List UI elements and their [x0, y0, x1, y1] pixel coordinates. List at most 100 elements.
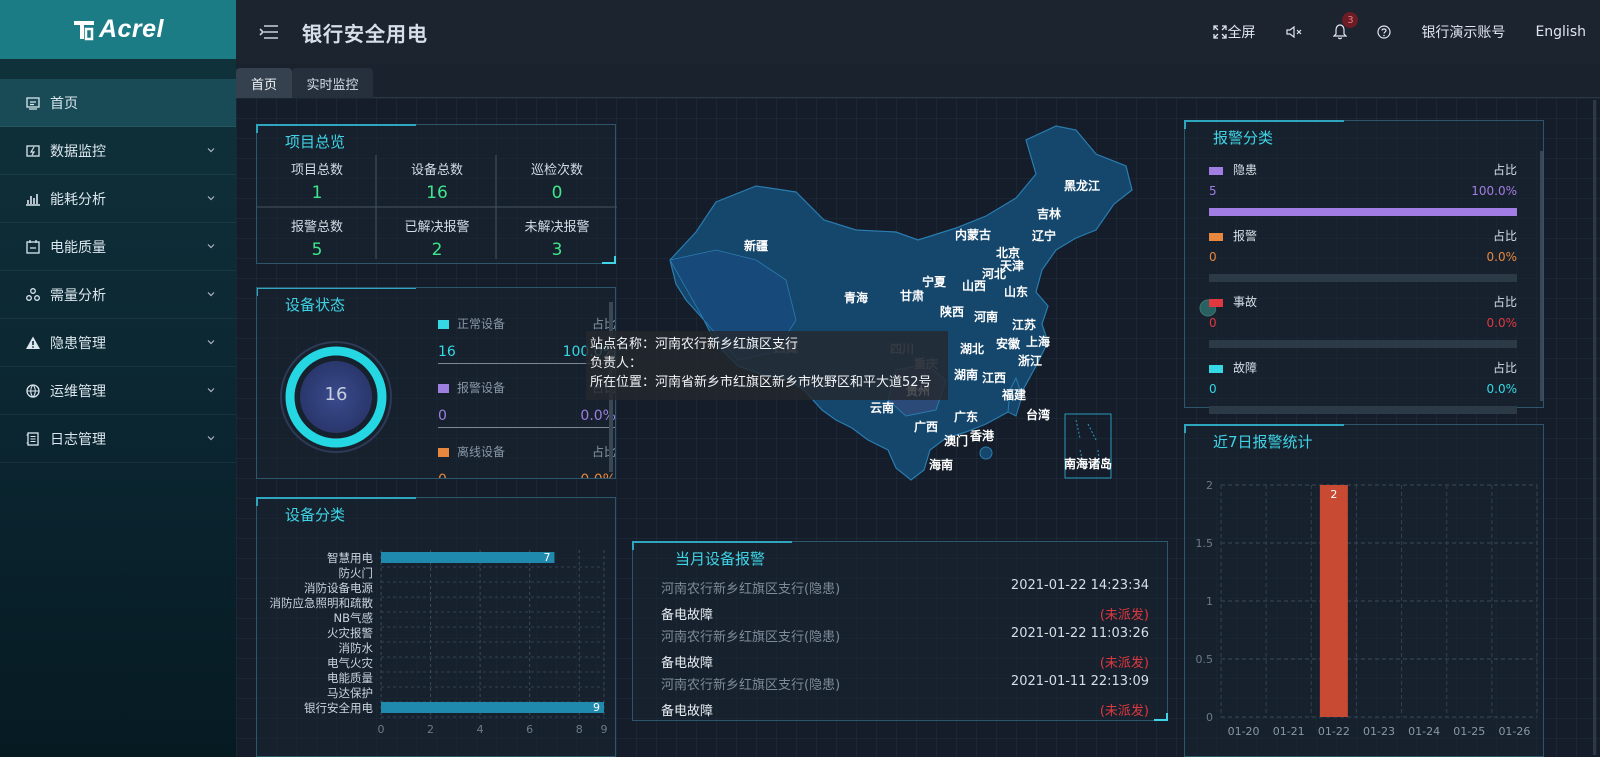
alarm-list-item[interactable]: 河南农行新乡红旗区支行(隐患) 2021-01-11 22:13:09 备电故障 (未…: [661, 674, 1149, 719]
map-region-label[interactable]: 广西: [914, 419, 938, 434]
alarm-site: 河南农行新乡红旗区支行(隐患): [661, 582, 841, 597]
category-name: 报警: [1233, 229, 1258, 243]
sidebar-item-label: 数据监控: [50, 143, 106, 160]
legend-swatch: [1209, 298, 1223, 307]
tab-realtime-monitor[interactable]: 实时监控: [292, 68, 373, 98]
scrollbar[interactable]: [1540, 151, 1543, 401]
sidebar-item-1[interactable]: 数据监控: [0, 127, 236, 175]
map-region-label[interactable]: 江苏: [1012, 317, 1036, 332]
logo[interactable]: Acrel: [0, 0, 236, 59]
device-category-chart: 0 2 4 6 8 9智慧用电 7防火门消防设备电源消防应急照明和疏散NB气感火灾报警消防水…: [270, 550, 608, 736]
map-region-label[interactable]: 福建: [1001, 387, 1027, 402]
alarm-category-item: 隐患 占比 5 100.0%: [1209, 161, 1517, 216]
maintenance-icon: [25, 383, 41, 399]
china-map[interactable]: 黑龙江吉林辽宁内蒙古北京天津河北山西 山东宁夏甘肃青海新疆陕西 河南江苏安徽 上海湖北…: [656, 120, 1216, 490]
panel-title: 报警分类: [1213, 129, 1274, 147]
category-bar[interactable]: [381, 702, 604, 713]
help-button[interactable]: [1377, 25, 1392, 39]
monthly-alarms-panel: 当月设备报警 河南农行新乡红旗区支行(隐患) 2021-01-22 14:23:3…: [632, 541, 1168, 721]
sidebar-item-3[interactable]: 电能质量: [0, 223, 236, 271]
y-tick-label: 1.5: [1196, 537, 1214, 550]
alarm-list-item[interactable]: 河南农行新乡红旗区支行(隐患) 2021-01-22 11:03:26 备电故障 (未…: [661, 626, 1149, 671]
alarm-type: 备电故障: [661, 608, 714, 623]
notification-button[interactable]: 3: [1333, 12, 1359, 40]
map-region-label[interactable]: 新疆: [744, 238, 768, 253]
alarm-list-item[interactable]: 河南农行新乡红旗区支行(隐患) 2021-01-22 14:23:34 备电故障 (未…: [661, 578, 1149, 623]
sidebar-item-label: 首页: [50, 95, 78, 112]
speaker-mute-icon: [1286, 25, 1302, 39]
category-percent: 0.0%: [1486, 382, 1518, 396]
map-region-label[interactable]: 湖南: [954, 367, 978, 382]
map-region-label[interactable]: 甘肃: [900, 288, 924, 303]
stat-value: 0: [551, 183, 563, 203]
category-bar[interactable]: [381, 552, 555, 563]
x-tick-label: 9: [601, 723, 608, 736]
map-region-label[interactable]: 浙江: [1018, 353, 1042, 368]
header: 银行安全用电 全屏 3 银行演示账号 English: [236, 0, 1600, 64]
device-total-value: 16: [324, 384, 348, 405]
map-region-label[interactable]: 吉林: [1037, 206, 1061, 221]
fullscreen-button[interactable]: 全屏: [1213, 22, 1255, 42]
alarm-count-bar[interactable]: [1319, 485, 1348, 717]
ratio-label: 占比: [1492, 163, 1517, 177]
category-name: 隐患: [1233, 163, 1258, 177]
status-count: 0: [438, 408, 447, 424]
sidebar-item-label: 能耗分析: [50, 191, 106, 208]
sidebar-item-6[interactable]: 运维管理: [0, 367, 236, 415]
map-region-label[interactable]: 山西: [962, 278, 986, 293]
chevron-down-icon: [206, 335, 216, 351]
panel-title: 项目总览: [285, 133, 346, 151]
map-region-label[interactable]: 江西: [982, 370, 1006, 385]
alarm-status: (未派发): [1099, 704, 1149, 719]
account-menu[interactable]: 银行演示账号: [1421, 22, 1505, 42]
map-region-label[interactable]: 山东: [1004, 284, 1028, 299]
map-region-label[interactable]: 内蒙古: [955, 227, 991, 242]
ratio-label: 占比: [1492, 361, 1517, 375]
map-region-label[interactable]: 河南: [973, 309, 998, 324]
page-scrollbar[interactable]: [1593, 100, 1596, 755]
tab-home[interactable]: 首页: [236, 68, 292, 98]
category-label: 消防水: [339, 641, 374, 655]
stat-label: 巡检次数: [530, 163, 583, 178]
map-region-label[interactable]: 上海: [1026, 334, 1050, 349]
menu-toggle-icon[interactable]: [259, 24, 279, 40]
map-region-label[interactable]: 广东: [954, 409, 978, 424]
tooltip-site-row: 站点名称：河南农行新乡红旗区支行: [590, 335, 944, 354]
category-count: 0: [1209, 250, 1217, 264]
map-region-label[interactable]: 黑龙江: [1064, 178, 1100, 193]
map-region-label[interactable]: 南海诸岛: [1064, 456, 1112, 471]
language-switch[interactable]: English: [1535, 24, 1586, 40]
category-label: NB气感: [334, 611, 374, 625]
sidebar-item-0[interactable]: 首页: [0, 79, 236, 127]
map-region-label[interactable]: 宁夏: [922, 274, 947, 289]
alarm-time: 2021-01-22 14:23:34: [1010, 578, 1149, 593]
y-tick-label: 0: [1206, 711, 1213, 724]
sidebar-item-4[interactable]: 需量分析: [0, 271, 236, 319]
category-label: 防火门: [339, 566, 374, 580]
map-region-label[interactable]: 湖北: [960, 341, 984, 356]
notification-count-badge: 3: [1342, 12, 1359, 28]
map-region-label[interactable]: 澳门: [944, 433, 968, 448]
map-region-label[interactable]: 云南: [870, 400, 894, 415]
map-region-label[interactable]: 辽宁: [1032, 228, 1056, 243]
category-label: 电气火灾: [327, 656, 373, 670]
bar-value-label: 2: [1330, 488, 1337, 501]
map-region-label[interactable]: 香港: [969, 428, 995, 443]
map-region-label[interactable]: 安徽: [996, 336, 1021, 351]
weekly-alarms-panel: 近7日报警统计 0 0.5 1 1.5 2 01-20 01-21 01-22 2 01-23 01…: [1184, 424, 1544, 757]
sidebar-item-label: 隐患管理: [50, 335, 106, 352]
map-region-label[interactable]: 北京: [996, 245, 1020, 260]
x-tick-label: 01-25: [1453, 725, 1485, 738]
map-region-label[interactable]: 台湾: [1026, 407, 1050, 422]
map-region-label[interactable]: 海南: [929, 457, 953, 472]
sidebar-item-2[interactable]: 能耗分析: [0, 175, 236, 223]
category-name: 事故: [1233, 295, 1258, 309]
sidebar-item-5[interactable]: 隐患管理: [0, 319, 236, 367]
status-name: 报警设备: [457, 381, 506, 395]
sidebar-item-7[interactable]: 日志管理: [0, 415, 236, 463]
category-count: 0: [1209, 316, 1217, 330]
mute-button[interactable]: [1285, 25, 1303, 39]
warning-icon: [25, 335, 41, 351]
map-region-label[interactable]: 青海: [844, 290, 868, 305]
map-region-label[interactable]: 陕西: [940, 304, 964, 319]
